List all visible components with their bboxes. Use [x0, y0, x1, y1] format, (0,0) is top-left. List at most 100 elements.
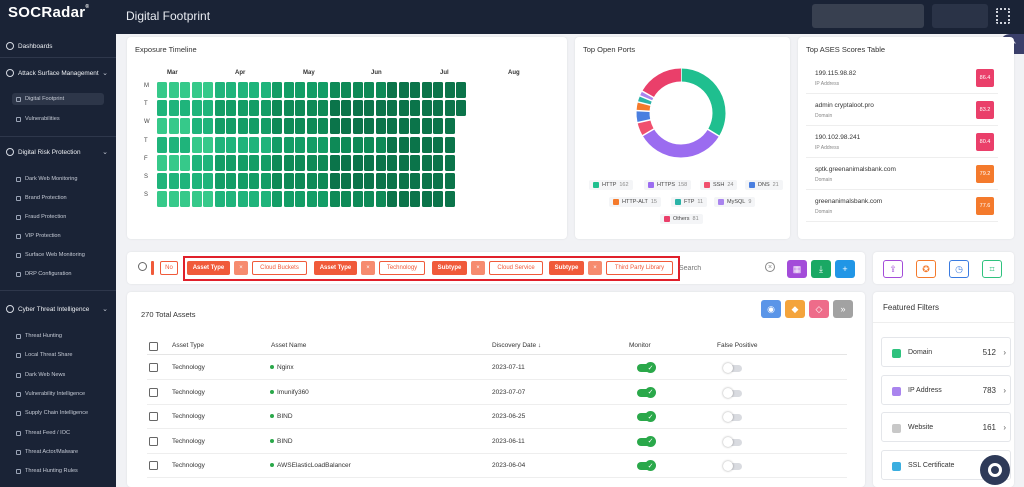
heatmap-cell[interactable] — [157, 118, 167, 135]
heatmap-cell[interactable] — [237, 191, 248, 208]
heatmap-cell[interactable] — [410, 82, 420, 98]
chip-cloud-buckets[interactable]: Cloud Buckets — [252, 261, 307, 275]
donut-slice-https[interactable] — [642, 128, 720, 158]
heatmap-cell[interactable] — [180, 100, 190, 117]
heatmap-cell[interactable] — [295, 118, 305, 135]
ases-row[interactable]: sptk.greenanimalsbank.com Domain 79.2 — [806, 158, 998, 190]
heatmap-cell[interactable] — [421, 118, 432, 135]
heatmap-cell[interactable] — [352, 118, 363, 135]
heatmap-cell[interactable] — [191, 82, 202, 98]
heatmap-cell[interactable] — [387, 154, 397, 171]
heatmap-cell[interactable] — [203, 191, 213, 208]
heatmap-cell[interactable] — [352, 173, 363, 189]
heatmap-cell[interactable] — [375, 136, 386, 153]
heatmap-cell[interactable] — [283, 82, 294, 98]
donut-slice-http[interactable] — [680, 68, 726, 137]
badge-button[interactable]: ✪ — [916, 260, 936, 278]
heatmap-cell[interactable] — [260, 154, 271, 171]
heatmap-cell[interactable] — [421, 173, 432, 189]
heatmap-cell[interactable] — [237, 100, 248, 117]
heatmap-cell[interactable] — [226, 154, 236, 171]
sidebar-item-attack-surface[interactable]: Attack Surface Management ⌄ — [6, 69, 114, 77]
heatmap-cell[interactable] — [375, 118, 386, 135]
heatmap-cell[interactable] — [214, 136, 225, 153]
sidebar-item-threat-hunting-rules[interactable]: Threat Hunting Rules — [16, 468, 78, 474]
ports-legend-http[interactable]: HTTP 162 — [589, 180, 633, 190]
heatmap-cell[interactable] — [203, 100, 213, 117]
row-checkbox[interactable] — [149, 436, 158, 446]
heatmap-cell[interactable] — [352, 100, 363, 117]
sidebar-item-local-threat-share[interactable]: Local Threat Share — [16, 352, 72, 358]
heatmap-cell[interactable] — [398, 100, 409, 117]
heatmap-cell[interactable] — [410, 136, 420, 153]
heatmap-cell[interactable] — [249, 100, 259, 117]
col-discovery-date[interactable]: Discovery Date ↓ — [492, 342, 541, 349]
sidebar-item-vulnerabilities[interactable]: Vulnerabilities — [16, 116, 60, 122]
heatmap-cell[interactable] — [260, 118, 271, 135]
heatmap-cell[interactable] — [433, 100, 443, 117]
heatmap-cell[interactable] — [444, 173, 455, 189]
heatmap-cell[interactable] — [283, 136, 294, 153]
heatmap-cell[interactable] — [272, 136, 282, 153]
heatmap-cell[interactable] — [444, 191, 455, 208]
sidebar-item-digital-risk[interactable]: Digital Risk Protection ⌄ — [6, 148, 114, 156]
chip-remove-button[interactable]: × — [471, 261, 485, 275]
sidebar-item-threat-feed[interactable]: Threat Feed / IOC — [16, 430, 70, 436]
heatmap-cell[interactable] — [375, 100, 386, 117]
heatmap-cell[interactable] — [226, 136, 236, 153]
heatmap-cell[interactable] — [410, 191, 420, 208]
heatmap-cell[interactable] — [318, 82, 328, 98]
heatmap-cell[interactable] — [364, 118, 374, 135]
heatmap-cell[interactable] — [214, 191, 225, 208]
heatmap-cell[interactable] — [341, 118, 351, 135]
cell-asset-name[interactable]: AWSElasticLoadBalancer — [277, 462, 351, 469]
heatmap-cell[interactable] — [272, 173, 282, 189]
heatmap-cell[interactable] — [364, 82, 374, 98]
heatmap-cell[interactable] — [157, 173, 167, 189]
heatmap-cell[interactable] — [387, 118, 397, 135]
clear-search-icon[interactable]: × — [765, 262, 775, 272]
heatmap-cell[interactable] — [421, 82, 432, 98]
heatmap-cell[interactable] — [341, 82, 351, 98]
heatmap-cell[interactable] — [364, 100, 374, 117]
heatmap-cell[interactable] — [375, 191, 386, 208]
user-account-area[interactable] — [812, 4, 924, 28]
heatmap-cell[interactable] — [295, 154, 305, 171]
sidebar-item-surface-web-monitoring[interactable]: Surface Web Monitoring — [16, 252, 85, 258]
heatmap-cell[interactable] — [375, 82, 386, 98]
sidebar-item-vulnerability-intelligence[interactable]: Vulnerability Intelligence — [16, 391, 85, 397]
heatmap-cell[interactable] — [157, 191, 167, 208]
heatmap-cell[interactable] — [191, 191, 202, 208]
heatmap-cell[interactable] — [306, 118, 317, 135]
heatmap-cell[interactable] — [168, 136, 179, 153]
heatmap-cell[interactable] — [410, 173, 420, 189]
heatmap-cell[interactable] — [433, 136, 443, 153]
heatmap-cell[interactable] — [157, 136, 167, 153]
heatmap-cell[interactable] — [260, 191, 271, 208]
heatmap-cell[interactable] — [318, 100, 328, 117]
select-all-checkbox[interactable] — [149, 342, 158, 351]
col-false-positive[interactable]: False Positive — [717, 342, 757, 349]
chip-remove-button[interactable]: × — [361, 261, 375, 275]
monitor-toggle[interactable] — [637, 411, 656, 422]
table-row[interactable]: Technology BIND 2023-06-25 — [147, 405, 847, 429]
sidebar-item-threat-hunting[interactable]: Threat Hunting — [16, 333, 62, 339]
heatmap-cell[interactable] — [329, 100, 340, 117]
heatmap-cell[interactable] — [341, 173, 351, 189]
heatmap-cell[interactable] — [237, 154, 248, 171]
table-row[interactable]: Technology BIND 2023-06-11 — [147, 430, 847, 454]
heatmap-cell[interactable] — [375, 173, 386, 189]
cell-asset-name[interactable]: Nginx — [277, 364, 294, 371]
heatmap-cell[interactable] — [306, 154, 317, 171]
heatmap-cell[interactable] — [364, 191, 374, 208]
heatmap-cell[interactable] — [226, 100, 236, 117]
false-positive-toggle[interactable] — [723, 387, 742, 398]
featured-filter-domain[interactable]: Domain 512 › — [881, 337, 1011, 367]
heatmap-cell[interactable] — [306, 82, 317, 98]
heatmap-cell[interactable] — [249, 82, 259, 98]
heatmap-cell[interactable] — [421, 136, 432, 153]
heatmap-cell[interactable] — [157, 100, 167, 117]
heatmap-cell[interactable] — [214, 82, 225, 98]
heatmap-cell[interactable] — [387, 82, 397, 98]
tag-button[interactable]: ◆ — [785, 300, 805, 318]
